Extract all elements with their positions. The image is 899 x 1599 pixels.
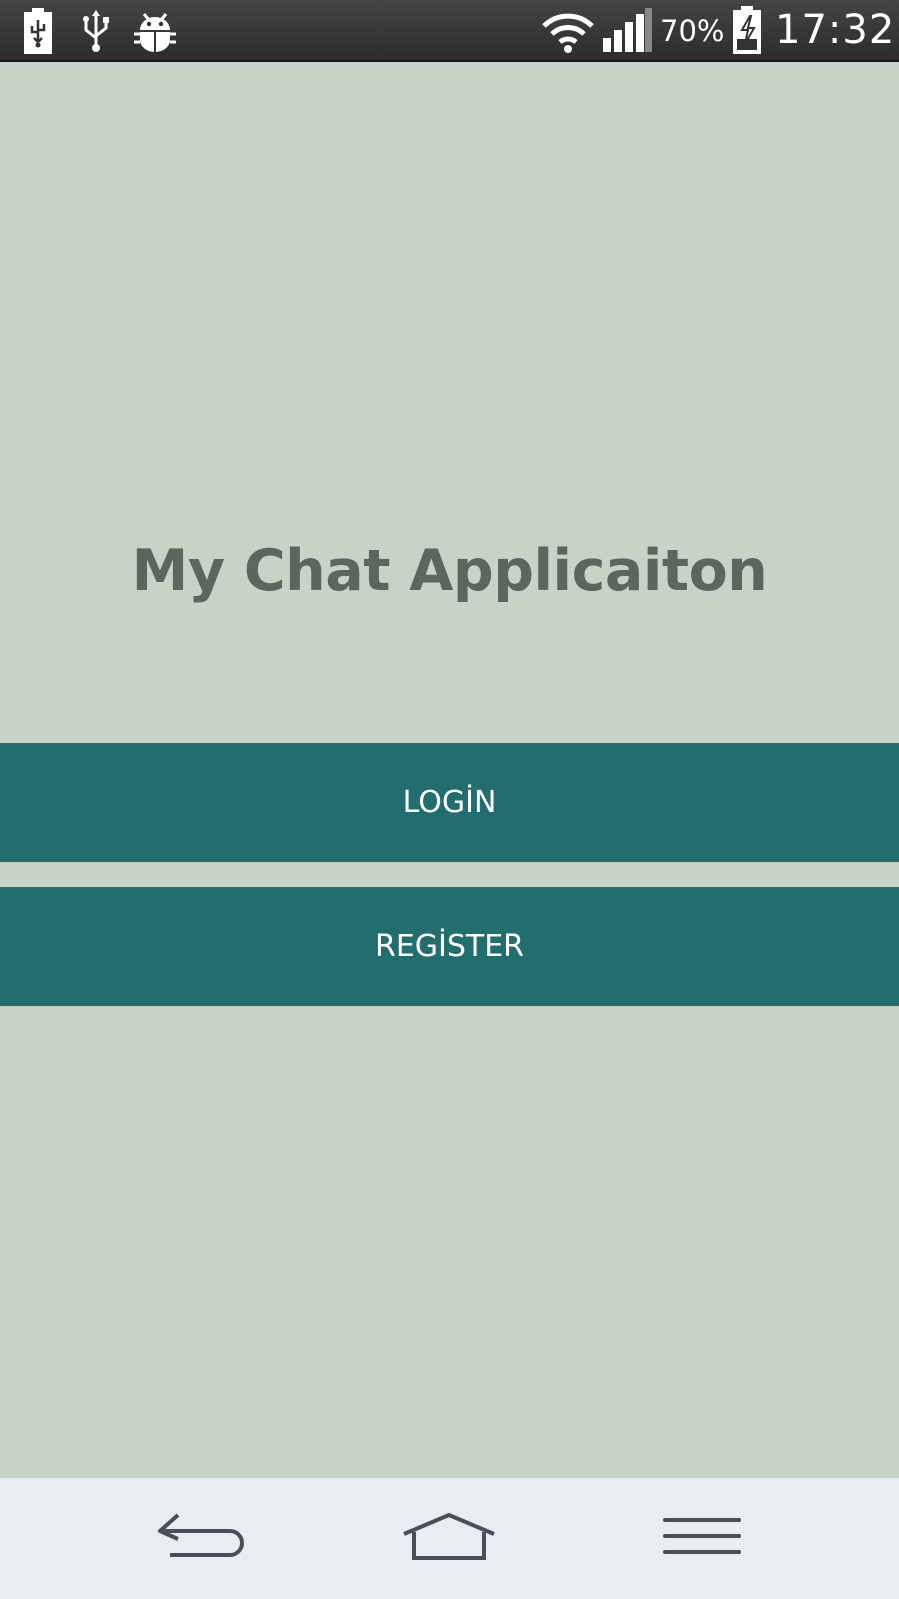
usb-icon <box>80 8 112 59</box>
battery-percentage: 70% <box>660 14 725 48</box>
menu-button[interactable] <box>647 1498 757 1578</box>
navigation-bar <box>0 1478 899 1599</box>
battery-usb-icon <box>22 8 54 59</box>
battery-charging-icon <box>732 6 762 59</box>
home-icon <box>400 1512 498 1565</box>
login-button[interactable]: LOGİN <box>0 743 899 862</box>
back-icon <box>152 1511 244 1566</box>
app-title: My Chat Applicaiton <box>131 538 768 604</box>
home-button[interactable] <box>394 1498 504 1578</box>
menu-icon <box>661 1516 743 1561</box>
wifi-icon <box>540 10 596 59</box>
android-debug-icon <box>132 8 178 59</box>
clock: 17:32 <box>775 7 896 53</box>
app-content: My Chat Applicaiton LOGİN REGİSTER <box>0 62 899 1478</box>
back-button[interactable] <box>143 1498 253 1578</box>
register-button[interactable]: REGİSTER <box>0 887 899 1006</box>
status-bar: 70% 17:32 <box>0 0 899 62</box>
signal-icon <box>603 8 653 59</box>
